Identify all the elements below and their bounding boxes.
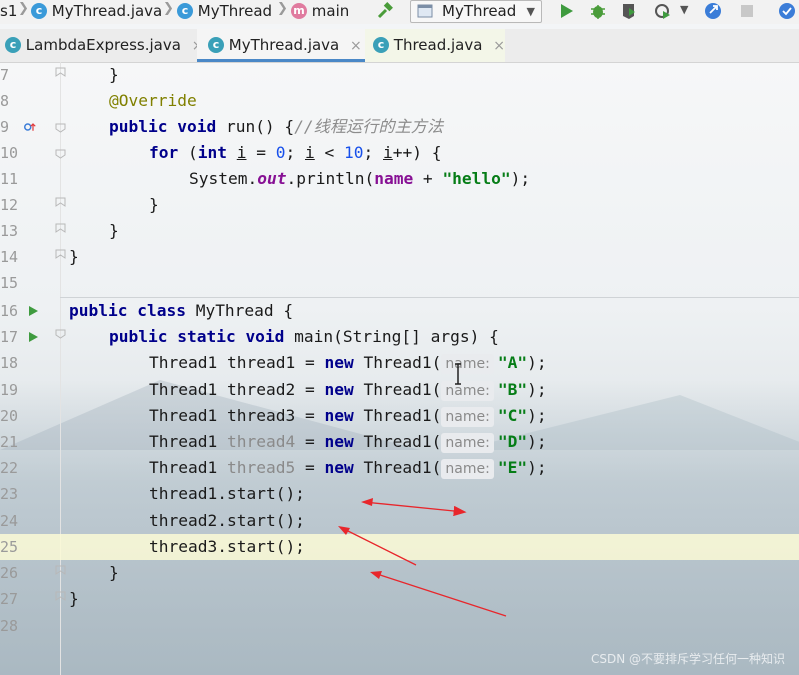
watermark: CSDN @不要排斥学习任何一种知识 [590,652,785,666]
red-arrow [363,501,467,517]
annotation-arrows [338,498,507,617]
red-arrow [373,572,507,617]
arrow-head [338,526,350,535]
arrow-head [370,571,382,579]
arrow-head [361,498,373,506]
red-arrow [341,527,417,566]
